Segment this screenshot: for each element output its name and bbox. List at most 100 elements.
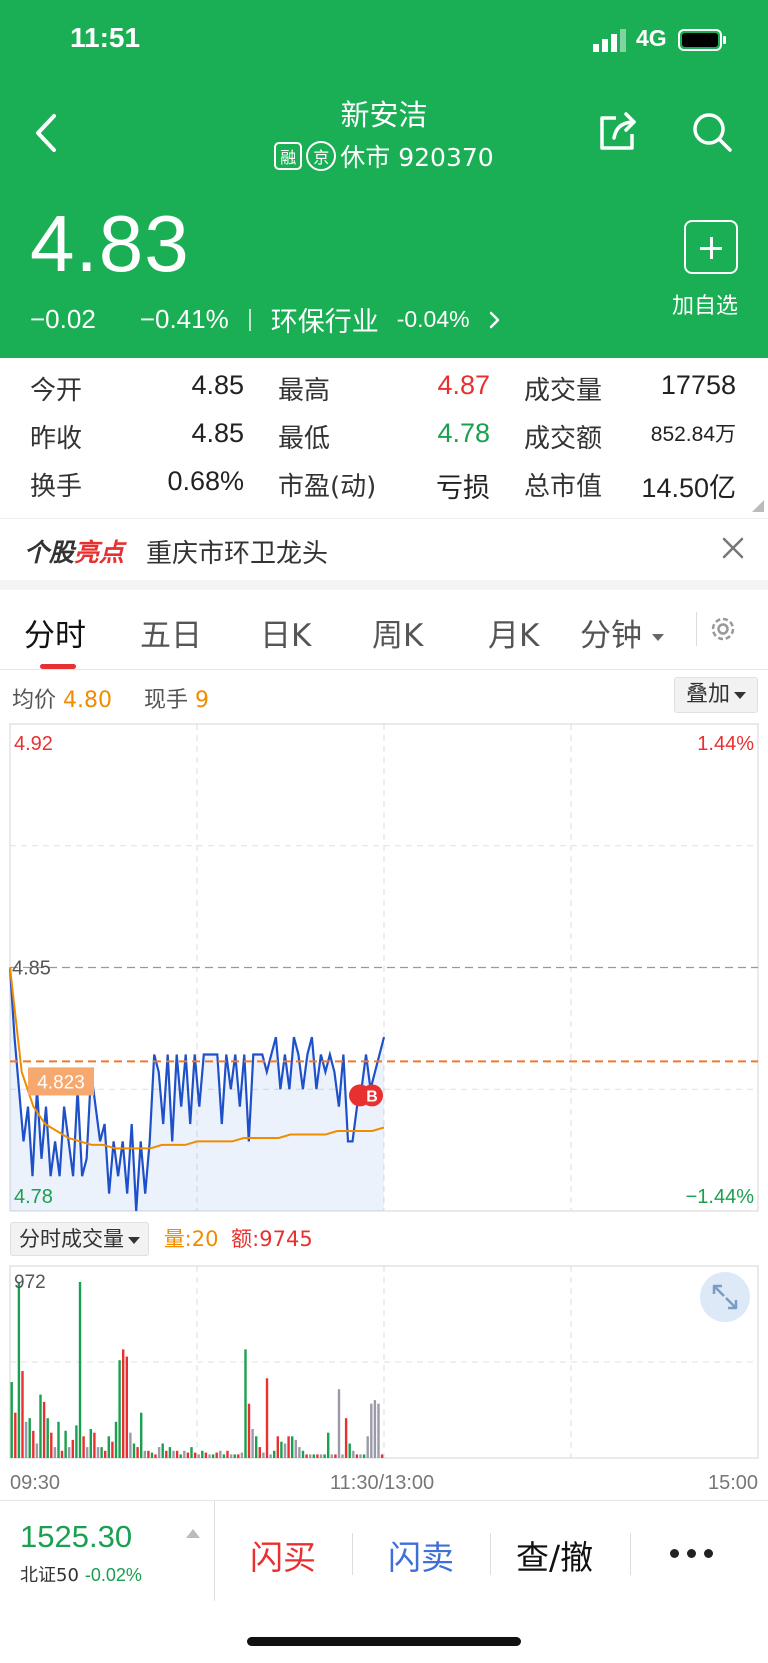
- volume-bar: [21, 1371, 24, 1458]
- home-indicator: [247, 1637, 521, 1646]
- status-code: 休市 920370: [340, 143, 494, 172]
- tab-monthly-k[interactable]: 月K: [488, 610, 539, 655]
- quick-sell-button[interactable]: 闪卖: [388, 1531, 454, 1579]
- add-watchlist-icon[interactable]: [684, 220, 738, 274]
- avg-value: 4.80: [63, 688, 112, 713]
- volume-bar: [64, 1430, 67, 1458]
- volume-selector[interactable]: 分时成交量: [10, 1222, 149, 1256]
- volume-bar: [165, 1450, 168, 1458]
- quote-label: 最高: [278, 376, 331, 406]
- volume-bar: [71, 1439, 74, 1458]
- volume-bar: [168, 1447, 172, 1458]
- overlay-button[interactable]: 叠加: [674, 677, 758, 713]
- volume-bar: [301, 1450, 305, 1458]
- tab-five-day[interactable]: 五日: [140, 610, 202, 655]
- stock-spotlight[interactable]: 个股亮点 重庆市环卫龙头: [0, 518, 768, 580]
- volume-bar: [355, 1454, 359, 1458]
- industry-name[interactable]: 环保行业: [271, 300, 379, 339]
- exchange-tag: 京: [306, 141, 337, 171]
- volume-bar: [337, 1389, 341, 1458]
- volume-bar: [215, 1452, 218, 1458]
- volume-bar: [319, 1454, 323, 1458]
- intraday-price-chart[interactable]: 4.823 B 4.92 4.85 4.78 1.44% −1.44%: [0, 718, 768, 1218]
- bottom-action-bar: 1525.30 北证50 -0.02% 闪买 闪卖 查/撤: [0, 1500, 768, 1602]
- expand-button[interactable]: [700, 1272, 750, 1322]
- volume-bar: [258, 1447, 261, 1458]
- section-gap: [0, 580, 768, 590]
- tab-separator: [696, 612, 697, 646]
- volume-bar: [226, 1450, 229, 1458]
- volume-bar: [32, 1430, 35, 1458]
- share-icon[interactable]: [596, 110, 640, 154]
- volume-bar: [276, 1436, 279, 1458]
- time-label-mid: 11:30/13:00: [330, 1472, 435, 1494]
- quote-value: 亏损: [436, 473, 490, 504]
- volume-bar: [294, 1439, 297, 1458]
- quote-value: 4.85: [191, 418, 244, 448]
- volume-bar: [247, 1403, 251, 1458]
- volume-bar: [190, 1447, 193, 1458]
- chart-tabs: 分时 五日 日K 周K 月K 分钟: [0, 590, 768, 670]
- trade-marker-label: B: [366, 1088, 378, 1105]
- volume-bar: [28, 1418, 31, 1458]
- index-expand-icon[interactable]: [186, 1529, 200, 1538]
- volume-bar: [75, 1425, 78, 1458]
- spotlight-text[interactable]: 重庆市环卫龙头: [146, 533, 328, 570]
- current-price: 4.83: [30, 199, 190, 288]
- pct-label-top: 1.44%: [697, 733, 754, 755]
- tab-intraday[interactable]: 分时: [24, 610, 86, 655]
- volume-bar: [125, 1356, 128, 1458]
- volume-bar: [96, 1447, 100, 1458]
- quote-value: 4.78: [437, 418, 490, 448]
- volume-bar: [344, 1418, 348, 1458]
- volume-bar: [380, 1454, 384, 1458]
- chevron-right-icon[interactable]: [482, 308, 506, 332]
- quote-row: 今开 4.85 最高 4.87 成交量 17758: [0, 370, 768, 410]
- quick-buy-button[interactable]: 闪买: [250, 1531, 316, 1579]
- volume-bar: [251, 1429, 254, 1458]
- volume-bar: [244, 1349, 247, 1458]
- stock-subtitle: 融 京 休市 920370: [0, 138, 768, 174]
- quote-value: 0.68%: [167, 466, 244, 496]
- volume-bar: [373, 1400, 377, 1458]
- index-value[interactable]: 1525.30: [20, 1519, 132, 1555]
- industry-change[interactable]: -0.04%: [397, 306, 470, 333]
- index-name-row[interactable]: 北证50 -0.02%: [20, 1561, 142, 1587]
- volume-bar: [143, 1450, 146, 1458]
- volume-bar: [265, 1378, 269, 1458]
- volume-chart[interactable]: 972: [0, 1262, 768, 1472]
- tab-minute[interactable]: 分钟: [580, 610, 664, 655]
- volume-bar: [157, 1447, 161, 1458]
- volume-bar: [53, 1447, 57, 1458]
- add-watchlist-label[interactable]: 加自选: [672, 288, 738, 320]
- gear-icon[interactable]: [708, 614, 738, 644]
- volume-bar: [211, 1454, 215, 1458]
- volume-bar: [140, 1412, 143, 1458]
- volume-bar: [341, 1454, 344, 1458]
- volume-bar: [291, 1436, 294, 1458]
- y-label-prev-close: 4.85: [12, 958, 51, 980]
- hand-label: 现手: [144, 688, 189, 713]
- volume-bar: [186, 1452, 190, 1458]
- tab-daily-k[interactable]: 日K: [260, 610, 311, 655]
- quote-label: 昨收: [30, 424, 83, 454]
- volume-bar: [104, 1450, 107, 1458]
- volume-bar: [129, 1432, 132, 1458]
- tab-weekly-k[interactable]: 周K: [372, 610, 423, 655]
- volume-bar: [150, 1452, 154, 1458]
- query-cancel-button[interactable]: 查/撤: [516, 1531, 593, 1579]
- more-icon[interactable]: [670, 1549, 713, 1558]
- volume-bar: [323, 1454, 326, 1458]
- search-icon[interactable]: [690, 110, 734, 154]
- volume-bar: [222, 1454, 226, 1458]
- hand-value: 9: [195, 688, 210, 713]
- volume-bar: [14, 1412, 17, 1458]
- volume-bar: [82, 1436, 85, 1458]
- stock-header: 11:51 4G 新安洁 融 京 休市 920370 4.83 −0.02 −0…: [0, 0, 768, 358]
- volume-bar: [370, 1403, 373, 1458]
- volume-bar: [68, 1447, 71, 1458]
- volume-bar: [86, 1447, 89, 1458]
- volume-bar: [352, 1450, 355, 1458]
- quote-value: 4.85: [191, 370, 244, 400]
- close-icon[interactable]: [720, 535, 746, 561]
